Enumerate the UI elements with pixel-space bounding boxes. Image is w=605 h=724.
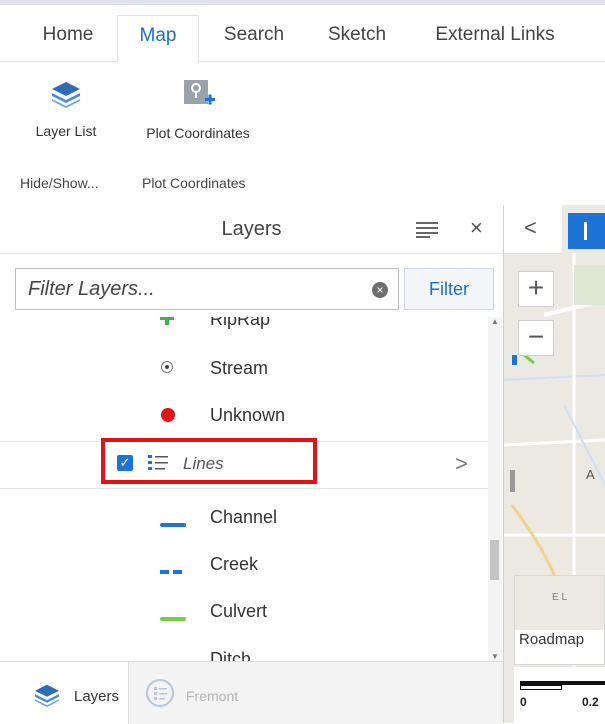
basemap-road-label: E L xyxy=(552,592,568,603)
scroll-up-arrow-icon[interactable]: ▲ xyxy=(491,317,499,326)
chevron-left-icon: < xyxy=(524,215,537,240)
layer-list-label: Layer List xyxy=(35,123,97,139)
map-tool-button[interactable] xyxy=(568,213,605,249)
ribbon-tabs: Home Map Search Sketch External Links xyxy=(0,5,605,63)
collapse-panel-button[interactable]: < xyxy=(504,205,562,254)
legend-list-icon xyxy=(145,678,175,713)
filter-button[interactable]: Filter xyxy=(404,268,494,310)
zoom-in-button[interactable]: + xyxy=(518,271,554,307)
list-item-culvert[interactable]: Culvert xyxy=(0,589,490,635)
plot-coordinates-label: Plot Coordinates xyxy=(146,125,250,141)
zoom-out-button[interactable]: − xyxy=(518,320,554,356)
bottom-tab-layers-label: Layers xyxy=(74,688,120,705)
list-item-creek[interactable]: Creek xyxy=(0,542,490,588)
scale-bar-segment xyxy=(520,685,562,690)
panel-header: Layers × xyxy=(0,205,503,254)
layers-icon xyxy=(18,80,114,111)
list-item-label: Stream xyxy=(210,358,269,378)
plot-coordinates-icon xyxy=(128,76,268,113)
list-item-stream[interactable]: Stream xyxy=(0,346,490,392)
blue-button-bar xyxy=(584,222,587,240)
solid-line-symbol-icon xyxy=(160,515,186,533)
basemap-thumbnail: E L xyxy=(515,576,604,630)
layer-list-button[interactable]: Layer List xyxy=(18,80,114,139)
list-item-label: Creek xyxy=(210,554,259,574)
list-item-ditch[interactable]: Ditch xyxy=(0,637,490,661)
close-icon[interactable]: × xyxy=(470,215,483,241)
bottom-tab-bar: Layers Fremont xyxy=(0,661,503,724)
tab-search[interactable]: Search xyxy=(210,15,298,61)
highlight-box xyxy=(101,438,317,484)
solid-line-symbol-icon xyxy=(160,609,186,627)
green-plus-symbol-icon xyxy=(160,317,174,330)
bottom-tab-layers[interactable]: Layers xyxy=(0,662,129,724)
plot-coordinates-button[interactable]: Plot Coordinates xyxy=(128,76,268,141)
list-item-unknown[interactable]: Unknown xyxy=(0,393,490,439)
list-item-channel[interactable]: Channel xyxy=(0,495,490,541)
list-item-label: Ditch xyxy=(210,649,252,661)
bottom-tab-fremont-label: Fremont xyxy=(186,688,239,704)
filter-row: Filter Layers... × Filter xyxy=(0,265,503,315)
dashed-line-symbol-icon xyxy=(160,562,186,580)
scale-label-1: 0.2 xyxy=(582,695,599,709)
list-item-label: Unknown xyxy=(210,405,286,425)
basemap-label: Roadmap xyxy=(519,631,585,648)
filter-layers-input[interactable]: Filter Layers... xyxy=(15,268,399,310)
layer-list-scrollbar[interactable]: ▲ ▼ xyxy=(488,317,502,661)
list-item-riprap[interactable]: RipRap xyxy=(0,317,490,343)
list-item-label: Culvert xyxy=(210,601,268,621)
scale-bar: 0 0.2 xyxy=(514,667,605,723)
tab-sketch[interactable]: Sketch xyxy=(314,15,400,61)
ribbon: Home Map Search Sketch External Links La… xyxy=(0,0,605,206)
tab-home[interactable]: Home xyxy=(22,15,114,61)
hamburger-menu-icon[interactable] xyxy=(416,222,438,243)
map-label: A xyxy=(586,467,595,482)
map-view[interactable]: < + − A E L Roadmap 0 0.2 xyxy=(504,205,605,723)
layer-list: RipRap Stream Unknown ✓ Lines > Channel … xyxy=(0,317,503,661)
basemap-toggle[interactable]: E L Roadmap xyxy=(514,575,605,665)
bottom-tab-fremont[interactable]: Fremont xyxy=(129,662,289,724)
tab-external-links[interactable]: External Links xyxy=(420,15,570,61)
list-item-label: RipRap xyxy=(210,317,271,329)
scroll-down-arrow-icon[interactable]: ▼ xyxy=(491,652,499,661)
scale-label-0: 0 xyxy=(520,695,527,709)
chevron-right-icon[interactable]: > xyxy=(455,451,468,477)
group-label-hide-show: Hide/Show... xyxy=(20,175,99,191)
list-item-label: Channel xyxy=(210,507,278,527)
group-label-plot-coordinates: Plot Coordinates xyxy=(142,175,246,191)
clear-filter-icon[interactable]: × xyxy=(372,282,388,298)
red-dot-symbol-icon xyxy=(160,407,176,428)
layers-icon xyxy=(32,683,62,712)
tab-map[interactable]: Map xyxy=(117,15,199,63)
scroll-thumb[interactable] xyxy=(490,540,499,580)
dot-circle-symbol-icon xyxy=(160,360,174,379)
